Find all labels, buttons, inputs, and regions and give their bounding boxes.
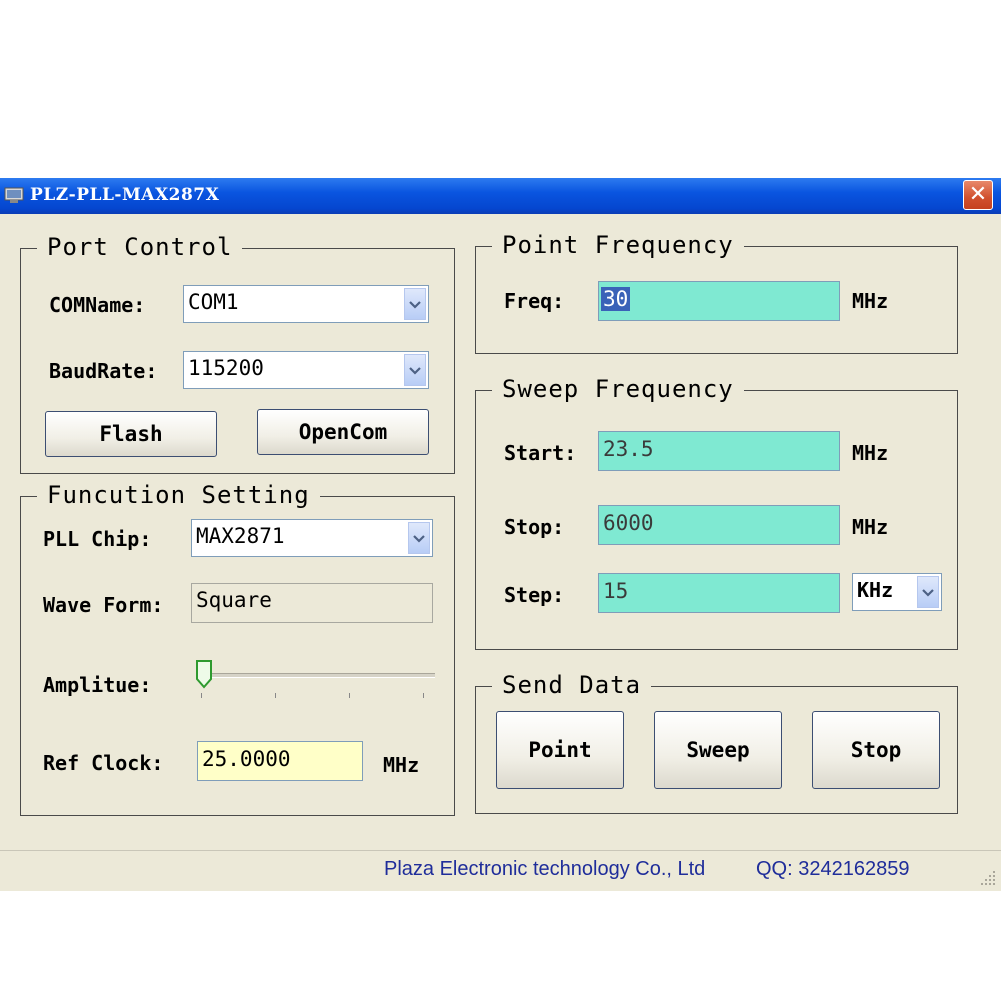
step-value: 15 (603, 579, 629, 603)
opencom-button[interactable]: OpenCom (257, 409, 429, 455)
chevron-down-icon[interactable] (408, 522, 430, 554)
resize-grip-icon[interactable] (979, 869, 997, 887)
port-control-group: Port Control COMName: COM1 BaudRate: 115… (20, 233, 455, 474)
pll-chip-select[interactable]: MAX2871 (191, 519, 433, 557)
title-bar[interactable]: PLZ-PLL-MAX287X ✕ (0, 178, 1001, 214)
ref-clock-label: Ref Clock: (43, 751, 164, 775)
start-input[interactable]: 23.5 (598, 431, 840, 471)
close-button[interactable]: ✕ (963, 180, 993, 210)
ref-clock-input[interactable]: 25.0000 (197, 741, 363, 781)
sweep-frequency-legend: Sweep Frequency (492, 375, 744, 403)
slider-track (199, 673, 435, 678)
close-icon: ✕ (968, 182, 988, 207)
amplitude-slider[interactable] (193, 657, 435, 703)
port-control-legend: Port Control (37, 233, 243, 261)
qq-contact: QQ: 3242162859 (756, 858, 910, 880)
stop-input[interactable]: 6000 (598, 505, 840, 545)
window-title: PLZ-PLL-MAX287X (30, 185, 220, 205)
step-unit-value: KHz (857, 578, 894, 602)
step-unit-select[interactable]: KHz (852, 573, 942, 611)
freq-value: 30 (601, 287, 631, 311)
step-label: Step: (504, 583, 565, 607)
slider-thumb[interactable] (195, 659, 213, 689)
stop-label: Stop: (504, 515, 565, 539)
step-input[interactable]: 15 (598, 573, 840, 613)
chevron-down-icon[interactable] (404, 354, 426, 386)
point-frequency-legend: Point Frequency (492, 231, 744, 259)
chevron-down-icon[interactable] (404, 288, 426, 320)
app-window: PLZ-PLL-MAX287X ✕ Port Control COMName: … (0, 178, 1001, 891)
amplitude-label: Amplitue: (43, 673, 152, 697)
chevron-down-icon[interactable] (917, 576, 939, 608)
wave-form-field: Square (191, 583, 433, 623)
freq-label: Freq: (504, 289, 565, 313)
slider-ticks (201, 693, 435, 699)
start-unit: MHz (852, 441, 889, 465)
ref-clock-value: 25.0000 (202, 747, 291, 771)
baudrate-select[interactable]: 115200 (183, 351, 429, 389)
function-setting-legend: Funcution Setting (37, 481, 320, 509)
stop-button[interactable]: Stop (812, 711, 940, 789)
function-setting-group: Funcution Setting PLL Chip: MAX2871 Wave… (20, 481, 455, 816)
wave-form-label: Wave Form: (43, 593, 164, 617)
status-bar: Plaza Electronic technology Co., Ltd QQ:… (0, 850, 1001, 891)
freq-unit: MHz (852, 289, 889, 313)
start-value: 23.5 (603, 437, 654, 461)
start-label: Start: (504, 441, 577, 465)
comname-value: COM1 (188, 290, 239, 314)
company-name: Plaza Electronic technology Co., Ltd (384, 858, 706, 880)
comname-label: COMName: (49, 293, 146, 317)
sweep-frequency-group: Sweep Frequency Start: 23.5 MHz Stop: 60… (475, 375, 958, 650)
app-icon (4, 187, 24, 203)
point-button[interactable]: Point (496, 711, 624, 789)
stop-unit: MHz (852, 515, 889, 539)
baudrate-label: BaudRate: (49, 359, 158, 383)
wave-form-value: Square (196, 588, 272, 612)
sweep-button[interactable]: Sweep (654, 711, 782, 789)
send-data-legend: Send Data (492, 671, 652, 699)
pll-chip-label: PLL Chip: (43, 527, 152, 551)
send-data-group: Send Data Point Sweep Stop (475, 671, 958, 814)
pll-chip-value: MAX2871 (196, 524, 285, 548)
stop-value: 6000 (603, 511, 654, 535)
comname-select[interactable]: COM1 (183, 285, 429, 323)
point-frequency-group: Point Frequency Freq: 30 MHz (475, 231, 958, 354)
baudrate-value: 115200 (188, 356, 264, 380)
ref-clock-unit: MHz (383, 753, 420, 777)
freq-input[interactable]: 30 (598, 281, 840, 321)
flash-button[interactable]: Flash (45, 411, 217, 457)
